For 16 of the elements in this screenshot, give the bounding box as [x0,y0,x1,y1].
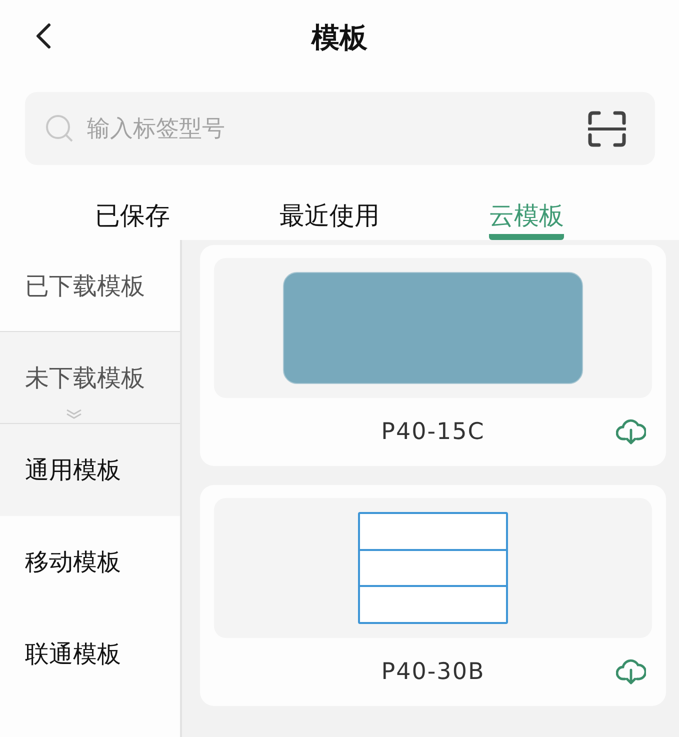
tab[interactable]: 已保存 [94,185,170,240]
search-bar[interactable]: 输入标签型号 [25,92,655,165]
template-card[interactable]: P40-30B [200,485,666,706]
search-field[interactable]: 输入标签型号 [85,114,577,142]
sidebar-item[interactable]: 通用模板 [0,424,180,516]
download-icon[interactable] [616,658,646,686]
download-icon[interactable] [616,418,646,446]
page-title: 模板 [312,20,368,56]
tab[interactable]: 最近使用 [279,185,380,240]
template-name: P40-30B [381,659,485,685]
scan-icon[interactable] [587,110,627,146]
template-name: P40-15C [381,419,485,445]
search-icon [45,114,75,144]
chevron-down-icon [65,409,83,419]
template-card[interactable]: P40-15C [200,245,666,466]
sidebar-group[interactable]: 未下载模板 [0,332,180,424]
